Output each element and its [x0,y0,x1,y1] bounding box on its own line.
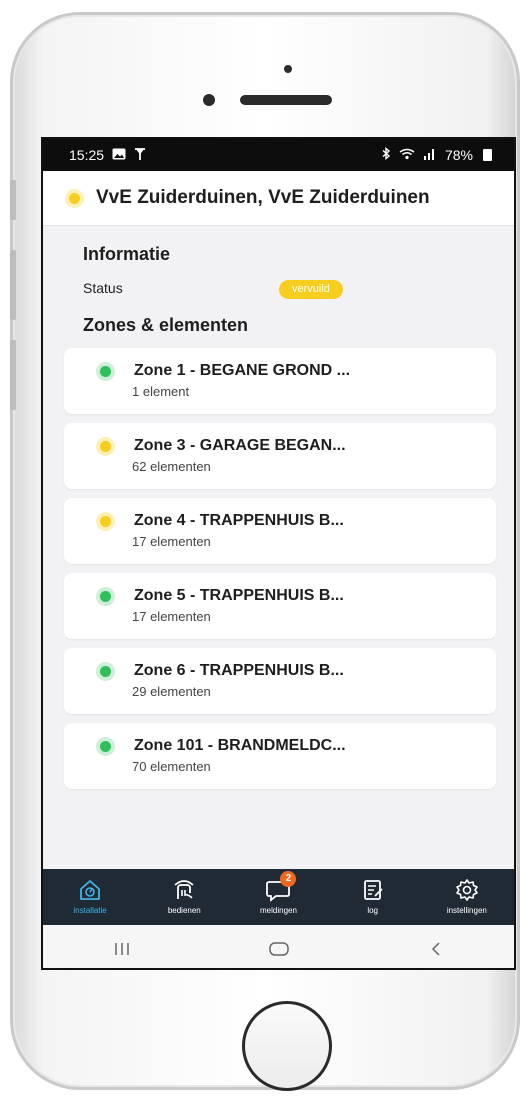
zone-name: Zone 1 - BEGANE GROND ... [134,362,351,379]
zone-element-count: 70 elementen [132,759,211,774]
nav-instellingen[interactable]: instellingen [422,877,512,915]
remote-control-icon [172,877,196,903]
zone-element-count: 29 elementen [132,684,211,699]
back-icon[interactable] [396,941,476,957]
volume-down-button [10,340,16,410]
zone-status-dot [100,516,111,527]
zone-element-count: 1 element [132,384,190,399]
nav-label: installatie [73,906,107,915]
recent-apps-icon[interactable] [82,941,162,957]
gear-icon [455,877,479,903]
antenna-icon [134,147,146,164]
zone-card[interactable]: Zone 4 - TRAPPENHUIS B... 17 elementen [64,498,496,564]
home-icon[interactable] [239,941,319,957]
nav-label: bedienen [167,906,201,915]
log-icon [362,877,384,903]
zone-status-dot [100,441,111,452]
zone-card[interactable]: Zone 101 - BRANDMELDC... 70 elementen [64,723,496,789]
earpiece-speaker [240,95,332,105]
zone-status-dot [100,366,111,377]
zone-status-dot [100,741,111,752]
zone-element-count: 62 elementen [132,459,211,474]
gallery-icon [112,148,126,163]
zone-element-count: 17 elementen [132,534,211,549]
zone-name: Zone 6 - TRAPPENHUIS B... [134,662,344,679]
zone-list: Zone 1 - BEGANE GROND ... 1 element Zone… [64,348,496,798]
mute-switch [10,180,16,220]
nav-log[interactable]: log [328,877,418,915]
notification-badge: 2 [280,871,297,887]
app-header: VvE Zuiderduinen, VvE Zuiderduinen [43,171,514,226]
zone-name: Zone 4 - TRAPPENHUIS B... [134,512,344,529]
clock: 15:25 [69,147,105,163]
wifi-icon [399,148,415,163]
nav-label: instellingen [446,906,487,915]
zone-name: Zone 3 - GARAGE BEGAN... [134,437,346,454]
main-content: Informatie Status vervuild Zones & eleme… [43,226,514,869]
zone-status-dot [100,591,111,602]
zone-element-count: 17 elementen [132,609,211,624]
home-button[interactable] [242,1001,332,1091]
zones-heading: Zones & elementen [83,315,249,335]
nav-meldingen[interactable]: 2 meldingen [233,871,323,915]
status-badge: vervuild [279,280,343,299]
installation-title[interactable]: VvE Zuiderduinen, VvE Zuiderduinen [96,187,430,209]
battery-percentage: 78% [444,147,473,163]
battery-icon [483,149,492,161]
zone-card[interactable]: Zone 1 - BEGANE GROND ... 1 element [64,348,496,414]
front-camera [203,94,215,106]
bluetooth-icon [381,147,391,163]
zone-name: Zone 101 - BRANDMELDC... [134,737,346,754]
zone-card[interactable]: Zone 6 - TRAPPENHUIS B... 29 elementen [64,648,496,714]
installation-icon [78,877,102,903]
system-navigation-bar [43,925,514,968]
zone-card[interactable]: Zone 3 - GARAGE BEGAN... 62 elementen [64,423,496,489]
bottom-navigation: installatie bedienen 2 meldingen log ins… [43,869,514,925]
volume-up-button [10,250,16,320]
nav-label: log [367,906,378,915]
phone-screen: 15:25 78% VvE Zuiderduinen, VvE Zuiderdu… [41,137,516,970]
proximity-sensor [284,65,292,73]
zone-name: Zone 5 - TRAPPENHUIS B... [134,587,344,604]
nav-label: meldingen [260,906,297,915]
status-label: Status [83,280,123,296]
nav-installatie[interactable]: installatie [45,877,135,915]
installation-status-dot [69,192,80,204]
status-bar: 15:25 78% [43,139,514,171]
zone-status-dot [100,666,111,677]
zone-card[interactable]: Zone 5 - TRAPPENHUIS B... 17 elementen [64,573,496,639]
info-heading: Informatie [83,244,171,264]
nav-bedienen[interactable]: bedienen [139,877,229,915]
signal-icon [423,148,437,163]
